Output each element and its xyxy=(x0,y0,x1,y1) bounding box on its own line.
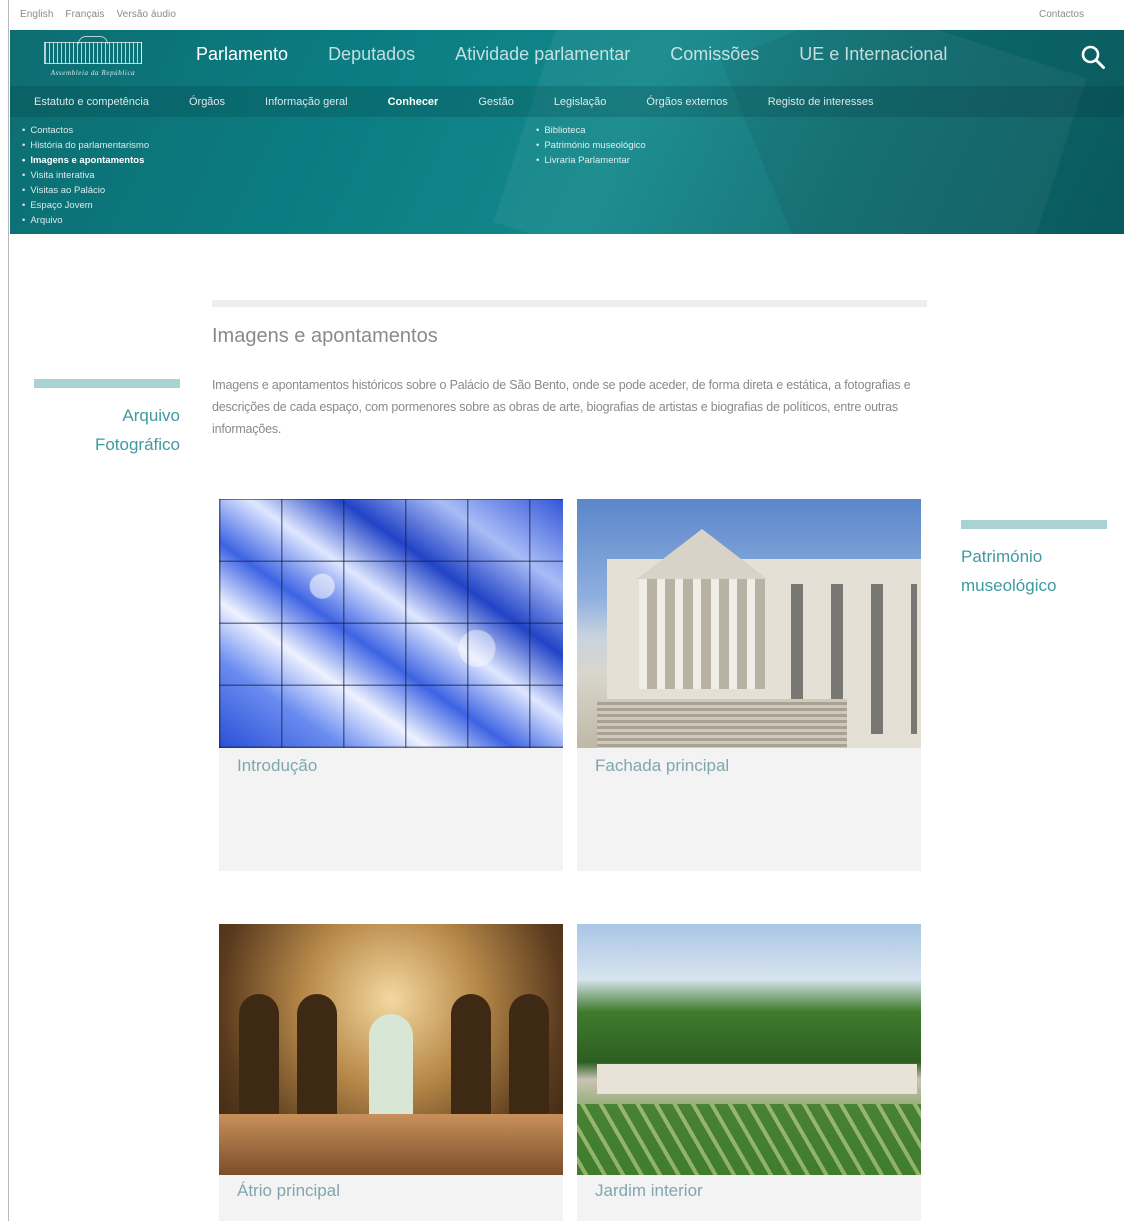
subnav-legislacao[interactable]: Legislação xyxy=(554,96,607,108)
menu-item[interactable]: Arquivo xyxy=(22,213,149,228)
audio-version-link[interactable]: Versão áudio xyxy=(116,9,176,20)
search-icon[interactable] xyxy=(1080,44,1106,70)
nav-comissoes[interactable]: Comissões xyxy=(670,44,759,65)
subnav-orgaos[interactable]: Órgãos xyxy=(189,96,225,108)
accent-bar xyxy=(961,520,1107,529)
accent-bar xyxy=(34,379,180,388)
card-fachada-principal[interactable]: Fachada principal xyxy=(577,499,921,871)
subnav-orgaos-externos[interactable]: Órgãos externos xyxy=(646,96,727,108)
azulejo-tiles-image[interactable] xyxy=(219,499,563,748)
side-link-line2: Fotográfico xyxy=(94,435,180,454)
content-divider xyxy=(212,300,927,307)
card-atrio-principal[interactable]: Átrio principal xyxy=(219,924,563,1221)
page-title: Imagens e apontamentos xyxy=(212,325,438,347)
palace-facade-image[interactable] xyxy=(577,499,921,748)
contacts-link[interactable]: Contactos xyxy=(1039,9,1084,20)
card-caption[interactable]: Átrio principal xyxy=(237,1181,340,1201)
menu-item[interactable]: Espaço Jovem xyxy=(22,198,149,213)
nav-parlamento[interactable]: Parlamento xyxy=(196,44,288,65)
assembly-logo[interactable]: Assembleia da República xyxy=(34,36,152,80)
subnav-informacao-geral[interactable]: Informação geral xyxy=(265,96,348,108)
lang-english-link[interactable]: English xyxy=(20,9,54,20)
nav-deputados[interactable]: Deputados xyxy=(328,44,415,65)
logo-building-icon xyxy=(44,42,142,64)
card-caption[interactable]: Jardim interior xyxy=(595,1181,703,1201)
dropdown-menu-col1: Contactos História do parlamentarismo Im… xyxy=(22,123,149,228)
subnav-estatuto[interactable]: Estatuto e competência xyxy=(34,96,149,108)
menu-item[interactable]: História do parlamentarismo xyxy=(22,138,149,153)
sub-nav: Estatuto e competência Órgãos Informação… xyxy=(10,86,1124,117)
atrium-image[interactable] xyxy=(219,924,563,1175)
card-jardim-interior[interactable]: Jardim interior xyxy=(577,924,921,1221)
menu-item[interactable]: Património museológico xyxy=(536,138,645,153)
dropdown-menu-col2: Biblioteca Património museológico Livrar… xyxy=(536,123,646,168)
side-link-line1: Património xyxy=(961,547,1043,566)
side-link-line1: Arquivo xyxy=(122,406,180,425)
menu-item[interactable]: Visita interativa xyxy=(22,168,149,183)
side-link-line2: museológico xyxy=(961,576,1057,595)
menu-item-active[interactable]: Imagens e apontamentos xyxy=(22,153,149,168)
subnav-gestao[interactable]: Gestão xyxy=(478,96,513,108)
menu-item[interactable]: Contactos xyxy=(22,123,149,138)
nav-atividade-parlamentar[interactable]: Atividade parlamentar xyxy=(455,44,630,65)
card-caption[interactable]: Fachada principal xyxy=(595,756,729,776)
site-header: Assembleia da República Parlamento Deput… xyxy=(10,30,1124,234)
card-introducao[interactable]: Introdução xyxy=(219,499,563,871)
arquivo-fotografico-link[interactable]: Arquivo Fotográfico xyxy=(34,379,180,459)
menu-item[interactable]: Biblioteca xyxy=(536,123,646,138)
garden-image[interactable] xyxy=(577,924,921,1175)
patrimonio-museologico-link[interactable]: Património museológico xyxy=(961,520,1107,600)
menu-item[interactable]: Livraria Parlamentar xyxy=(536,153,646,168)
intro-text: Imagens e apontamentos históricos sobre … xyxy=(212,378,911,436)
nav-ue-internacional[interactable]: UE e Internacional xyxy=(799,44,947,65)
menu-item[interactable]: Visitas ao Palácio xyxy=(22,183,149,198)
logo-text: Assembleia da República xyxy=(50,69,136,77)
lang-french-link[interactable]: Français xyxy=(65,9,104,20)
card-caption[interactable]: Introdução xyxy=(237,756,317,776)
main-nav: Parlamento Deputados Atividade parlament… xyxy=(196,44,987,65)
language-links: English Français Versão áudio xyxy=(20,9,185,20)
utility-bar: English Français Versão áudio Contactos xyxy=(0,0,1124,30)
subnav-conhecer[interactable]: Conhecer xyxy=(388,96,439,108)
subnav-registo-interesses[interactable]: Registo de interesses xyxy=(768,96,874,108)
